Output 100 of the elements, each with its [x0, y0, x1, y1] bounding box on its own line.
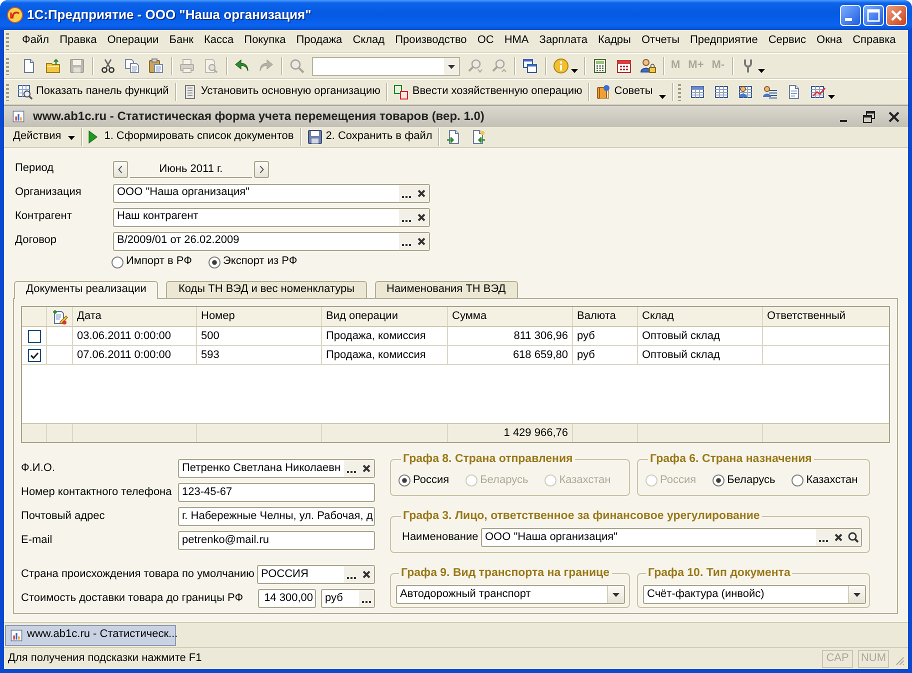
input-field[interactable]: Наш контрагент: [113, 208, 430, 226]
column-header[interactable]: Ответственный: [763, 307, 889, 326]
resize-grip-icon[interactable]: [894, 655, 907, 668]
clipboard-icon[interactable]: [148, 58, 164, 74]
radio-icon[interactable]: [111, 256, 124, 268]
toolbar-button[interactable]: Установить основную организацию: [178, 81, 384, 103]
search-combo-field[interactable]: [312, 56, 460, 76]
input-field[interactable]: г. Набережные Челны, ул. Рабочая, д: [178, 507, 375, 526]
checkbox[interactable]: [28, 330, 40, 342]
menu-item[interactable]: Сервис: [768, 32, 806, 50]
clear-icon[interactable]: [359, 566, 374, 583]
tab[interactable]: Коды ТН ВЭД и вес номенклатуры: [166, 281, 367, 298]
ellipsis-icon[interactable]: [399, 232, 414, 250]
toolbar-button[interactable]: 2. Сохранить в файл: [304, 126, 436, 148]
toolbar-button[interactable]: Ввести хозяйственную операцию: [390, 81, 586, 103]
input-field[interactable]: РОССИЯ: [257, 565, 375, 584]
ellipsis-icon[interactable]: [816, 529, 831, 546]
menu-item[interactable]: НМА: [504, 32, 529, 50]
chevron-left-icon[interactable]: [113, 160, 128, 178]
menu-item[interactable]: Правка: [60, 32, 97, 50]
menu-item[interactable]: Предприятие: [690, 32, 758, 50]
chevron-right-icon[interactable]: [254, 160, 269, 178]
menu-item[interactable]: Справка: [852, 32, 896, 50]
radio-icon[interactable]: [208, 256, 221, 268]
input-field[interactable]: petrenko@mail.ru: [178, 531, 375, 550]
scissors-icon[interactable]: [100, 58, 116, 74]
maximize-icon[interactable]: [863, 4, 884, 26]
column-header[interactable]: Номер: [197, 307, 322, 326]
window-tab[interactable]: www.ab1c.ru - Статистическ...: [5, 624, 176, 646]
menu-item[interactable]: Кадры: [598, 32, 631, 50]
document-import-icon[interactable]: [470, 129, 486, 145]
caret-icon[interactable]: [658, 94, 666, 98]
tab[interactable]: Документы реализации: [14, 281, 158, 299]
toolbar-button[interactable]: Советы: [592, 81, 669, 103]
radio-icon[interactable]: [791, 474, 804, 487]
radio-button[interactable]: Казахстан: [791, 474, 858, 488]
close-icon[interactable]: [886, 110, 902, 124]
column-header[interactable]: Вид операции: [322, 307, 448, 326]
windows-icon[interactable]: [522, 58, 538, 74]
ellipsis-icon[interactable]: [344, 566, 359, 583]
input-field[interactable]: ООО "Наша организация": [481, 528, 862, 547]
actions-menu-button[interactable]: Действия: [10, 126, 78, 148]
menu-item[interactable]: Банк: [169, 32, 194, 50]
input-field[interactable]: 123-45-67: [178, 483, 375, 502]
ellipsis-icon[interactable]: [399, 208, 414, 226]
column-header[interactable]: Сумма: [448, 307, 573, 326]
back-arrow-icon[interactable]: [234, 58, 250, 74]
document-icon[interactable]: [21, 58, 37, 74]
caret-icon[interactable]: [828, 94, 835, 98]
radio-button[interactable]: Россия: [398, 474, 450, 488]
column-header[interactable]: Дата: [73, 307, 197, 326]
dropdown-field[interactable]: Счёт-фактура (инвойс): [643, 585, 866, 604]
radio-icon[interactable]: [398, 474, 411, 487]
input-field[interactable]: В/2009/01 от 26.02.2009: [113, 232, 430, 250]
search-icon[interactable]: [846, 529, 861, 546]
toolbar-button[interactable]: Показать панель функций: [14, 81, 172, 103]
radio-button[interactable]: Импорт в РФ: [111, 255, 192, 269]
user-lock-icon[interactable]: [640, 58, 656, 74]
ellipsis-icon[interactable]: [399, 184, 414, 202]
caret-icon[interactable]: [571, 68, 578, 72]
menu-item[interactable]: Покупка: [244, 32, 286, 50]
number-field[interactable]: 14 300,00: [258, 589, 316, 608]
menu-item[interactable]: Производство: [395, 32, 467, 50]
checkbox[interactable]: [28, 348, 40, 362]
toolbar-grip[interactable]: [678, 84, 681, 100]
toolbar-grip[interactable]: [6, 58, 9, 74]
period-field[interactable]: Июнь 2011 г.: [130, 160, 252, 178]
radio-icon[interactable]: [712, 474, 726, 487]
menu-item[interactable]: ОС: [477, 32, 494, 50]
input-field[interactable]: Петренко Светлана Николаевн: [178, 459, 375, 478]
tab[interactable]: Наименования ТН ВЭД: [374, 281, 518, 298]
restore-icon[interactable]: [861, 110, 877, 124]
chart-table-icon[interactable]: [810, 84, 826, 100]
menu-item[interactable]: Окна: [816, 32, 842, 50]
radio-button[interactable]: Беларусь: [712, 474, 776, 488]
menu-item[interactable]: Отчеты: [641, 32, 680, 50]
clear-icon[interactable]: [414, 208, 429, 226]
toolbar-grip[interactable]: [6, 84, 9, 100]
menu-item[interactable]: Касса: [204, 32, 234, 50]
column-header[interactable]: Склад: [638, 307, 763, 326]
calendar-icon[interactable]: [616, 58, 632, 74]
caret-icon[interactable]: [758, 68, 765, 72]
menu-item[interactable]: Зарплата: [539, 32, 588, 50]
menu-item[interactable]: Операции: [107, 32, 159, 50]
calculator-icon[interactable]: [592, 58, 608, 74]
table-icon[interactable]: [714, 84, 730, 100]
radio-button[interactable]: Экспорт из РФ: [208, 255, 298, 269]
input-field[interactable]: ООО "Наша организация": [113, 184, 430, 202]
close-icon[interactable]: [886, 4, 907, 26]
ellipsis-icon[interactable]: [344, 460, 359, 477]
copy-icon[interactable]: [124, 58, 140, 74]
input-field[interactable]: руб: [321, 589, 375, 608]
spreadsheet-icon[interactable]: [690, 84, 706, 100]
user-table-icon[interactable]: [738, 84, 754, 100]
ellipsis-icon[interactable]: [359, 590, 374, 607]
toolbar-grip[interactable]: [6, 32, 9, 50]
dropdown-field[interactable]: Автодорожный транспорт: [396, 585, 625, 604]
menu-item[interactable]: Склад: [352, 32, 385, 50]
clear-icon[interactable]: [414, 184, 429, 202]
clear-icon[interactable]: [414, 232, 429, 250]
